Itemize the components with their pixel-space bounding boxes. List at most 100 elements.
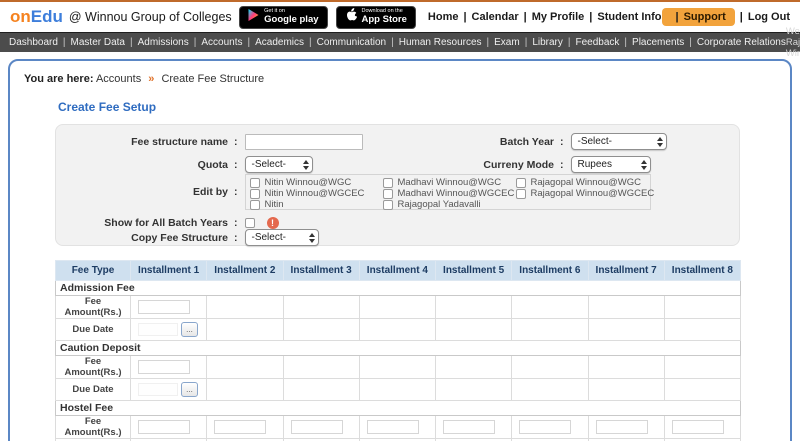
fee-amount-input[interactable] (138, 360, 190, 374)
breadcrumb-accounts-link[interactable]: Accounts (96, 73, 141, 85)
app-store-badge[interactable]: Download on the App Store (335, 5, 416, 29)
nav-item-communication[interactable]: Communication (304, 37, 386, 48)
date-picker-button[interactable]: ... (181, 382, 198, 397)
header-link-student-info[interactable]: Student Info (584, 11, 661, 23)
column-header-installment-8: Installment 8 (663, 260, 742, 281)
select-arrows-icon (302, 159, 309, 170)
edit-by-checkbox-madhavi-winnou-wgc[interactable] (382, 177, 393, 188)
fee-amount-input[interactable] (519, 420, 572, 434)
fee-setup-panel: Fee structure name : Batch Year : -Selec… (55, 124, 740, 246)
fee-amount-row-label: Fee Amount(Rs.) (55, 415, 131, 439)
edit-by-checkbox-rajagopal-winnou-wgc[interactable] (515, 177, 526, 188)
edit-by-checkbox-rajagopal-winnou-wgcec[interactable] (515, 188, 526, 199)
header-link-my-profile[interactable]: My Profile (519, 11, 585, 23)
due-date-cell (663, 318, 742, 341)
nav-item-feedback[interactable]: Feedback (563, 37, 620, 48)
fee-amount-cell (206, 415, 284, 439)
fee-amount-cell (282, 295, 360, 319)
fee-amount-cell (434, 295, 513, 319)
due-date-cell: ... (129, 318, 208, 341)
fee-amount-cell (358, 295, 437, 319)
nav-item-master-data[interactable]: Master Data (58, 37, 125, 48)
edit-by-checkbox-nitin-winnou-wgcec[interactable] (249, 188, 260, 199)
fee-amount-input[interactable] (290, 420, 343, 434)
fee-amount-row: Fee Amount(Rs.) (55, 295, 742, 319)
edit-by-option-label: Madhavi Winnou@WGCEC (397, 188, 515, 199)
fee-amount-input[interactable] (214, 420, 267, 434)
header-link-log-out[interactable]: Log Out (735, 11, 790, 23)
due-date-field-group: ... (131, 322, 206, 337)
copy-fee-structure-select[interactable]: -Select- (244, 229, 319, 246)
due-date-cell (206, 378, 284, 401)
due-date-cell (511, 378, 589, 401)
fee-amount-row-label: Fee Amount(Rs.) (55, 355, 131, 379)
logo-on-text: on (10, 7, 31, 26)
fee-structure-name-input[interactable] (244, 133, 363, 150)
nav-item-human-resources[interactable]: Human Resources (386, 37, 482, 48)
content-container: You are here: Accounts » Create Fee Stru… (8, 59, 792, 441)
colon: : (560, 158, 564, 171)
due-date-field-group: ... (131, 382, 206, 397)
quota-value: -Select- (251, 159, 286, 170)
fee-amount-input[interactable] (671, 420, 724, 434)
form-row-1: Fee structure name : Batch Year : -Selec… (56, 133, 667, 150)
edit-by-option: Rajagopal Winnou@WGCEC (515, 188, 654, 199)
fee-amount-row-label: Fee Amount(Rs.) (55, 295, 131, 319)
breadcrumb-current-page: Create Fee Structure (161, 73, 265, 85)
edit-by-checkbox-nitin[interactable] (249, 199, 260, 210)
show-all-batch-years-checkbox[interactable] (244, 217, 255, 228)
edit-by-checkbox-nitin-winnou-wgc[interactable] (249, 177, 260, 188)
currency-mode-select[interactable]: Rupees (570, 156, 651, 173)
nav-item-academics[interactable]: Academics (243, 37, 304, 48)
organization-name: @ Winnou Group of Colleges (68, 10, 232, 24)
header-link-home[interactable]: Home (428, 11, 459, 23)
fee-amount-input[interactable] (595, 420, 648, 434)
select-arrows-icon (656, 136, 663, 147)
column-header-installment-3: Installment 3 (282, 260, 360, 281)
date-picker-button[interactable]: ... (181, 322, 198, 337)
nav-item-corporate-relations[interactable]: Corporate Relations (684, 37, 786, 48)
nav-item-admissions[interactable]: Admissions (125, 37, 189, 48)
edit-by-checkbox-madhavi-winnou-wgcec[interactable] (382, 188, 393, 199)
due-date-cell (587, 378, 665, 401)
fee-amount-input[interactable] (138, 420, 190, 434)
app-logo[interactable]: onEdu (10, 7, 63, 27)
fee-amount-input[interactable] (138, 300, 190, 314)
due-date-input[interactable] (138, 383, 178, 396)
due-date-cell (434, 318, 513, 341)
nav-item-accounts[interactable]: Accounts (189, 37, 242, 48)
fee-table: Fee Type Installment 1 Installment 2 Instal… (55, 260, 742, 441)
edit-by-option-label: Nitin Winnou@WGC (264, 177, 352, 188)
due-date-input[interactable] (138, 323, 178, 336)
colon: : (234, 135, 238, 148)
nav-item-dashboard[interactable]: Dashboard (9, 37, 58, 48)
due-date-row-label: Due Date (55, 318, 131, 341)
fee-table-header-row: Fee Type Installment 1 Installment 2 Instal… (55, 260, 742, 281)
column-header-installment-2: Installment 2 (206, 260, 284, 281)
header-link-support[interactable]: Support (661, 8, 735, 26)
colon: : (234, 216, 238, 229)
breadcrumb-separator: » (148, 73, 155, 85)
edit-by-checkbox-rajagopal-yadavalli[interactable] (382, 199, 393, 210)
column-header-installment-6: Installment 6 (511, 260, 589, 281)
breadcrumb-prefix: You are here: (24, 73, 94, 85)
colon: : (234, 186, 238, 198)
fee-section-name: Hostel Fee (55, 400, 741, 416)
nav-item-placements[interactable]: Placements (619, 37, 684, 48)
main-navbar: DashboardMaster DataAdmissionsAccountsAc… (0, 26, 800, 59)
header-link-calendar[interactable]: Calendar (458, 11, 519, 23)
edit-by-column: Rajagopal Winnou@WGC Rajagopal Winnou@WGC… (515, 177, 654, 209)
batch-year-select[interactable]: -Select- (570, 133, 667, 150)
fee-amount-cell (129, 415, 208, 439)
fee-amount-input[interactable] (443, 420, 495, 434)
nav-item-exam[interactable]: Exam (482, 37, 520, 48)
quota-select[interactable]: -Select- (244, 156, 313, 173)
nav-item-library[interactable]: Library (520, 37, 563, 48)
fee-amount-cell (434, 415, 513, 439)
due-date-cell (587, 318, 665, 341)
fee-amount-input[interactable] (366, 420, 419, 434)
fee-amount-cell (663, 295, 742, 319)
due-date-cell (511, 318, 589, 341)
fee-amount-cell (511, 295, 589, 319)
google-play-badge[interactable]: Get it on Google play (239, 5, 328, 29)
